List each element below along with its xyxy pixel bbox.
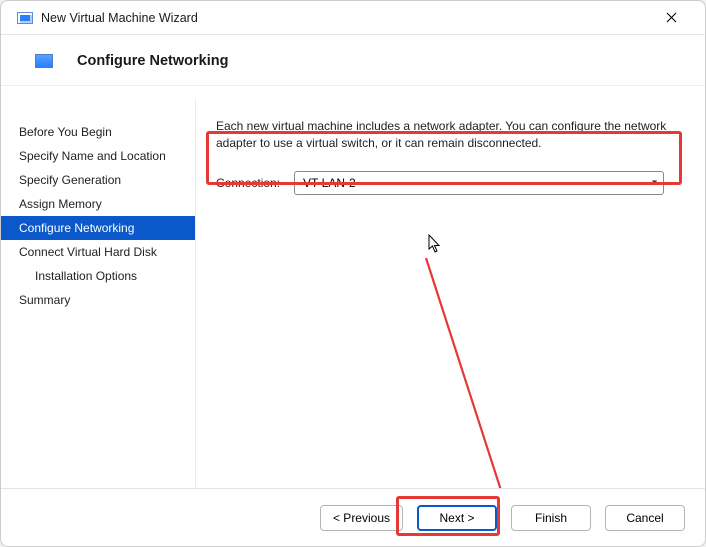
step-specify-generation[interactable]: Specify Generation (1, 168, 195, 192)
previous-button[interactable]: < Previous (320, 505, 403, 531)
description-text: Each new virtual machine includes a netw… (216, 118, 681, 153)
step-specify-name-location[interactable]: Specify Name and Location (1, 144, 195, 168)
connection-value: VT-LAN-2 (303, 176, 356, 190)
close-icon (666, 12, 677, 23)
step-connect-vhd[interactable]: Connect Virtual Hard Disk (1, 240, 195, 264)
step-summary[interactable]: Summary (1, 288, 195, 312)
cancel-button[interactable]: Cancel (605, 505, 685, 531)
step-assign-memory[interactable]: Assign Memory (1, 192, 195, 216)
chevron-down-icon: ▾ (652, 177, 657, 188)
wizard-header: Configure Networking (1, 35, 705, 86)
finish-button[interactable]: Finish (511, 505, 591, 531)
close-button[interactable] (651, 4, 691, 32)
wizard-footer: < Previous Next > Finish Cancel (1, 488, 705, 546)
mouse-cursor-icon (428, 234, 442, 254)
app-icon (17, 12, 33, 24)
window-title: New Virtual Machine Wizard (41, 11, 198, 25)
monitor-icon (35, 54, 53, 68)
step-installation-options[interactable]: Installation Options (1, 264, 195, 288)
content-pane: Each new virtual machine includes a netw… (196, 98, 705, 546)
next-button[interactable]: Next > (417, 505, 497, 531)
steps-sidebar: Before You Begin Specify Name and Locati… (1, 98, 196, 546)
wizard-window: New Virtual Machine Wizard Configure Net… (0, 0, 706, 547)
connection-select[interactable]: VT-LAN-2 ▾ (294, 171, 664, 195)
connection-label: Connection: (216, 176, 284, 190)
step-before-you-begin[interactable]: Before You Begin (1, 120, 195, 144)
page-title: Configure Networking (77, 53, 228, 69)
step-configure-networking[interactable]: Configure Networking (1, 216, 195, 240)
titlebar: New Virtual Machine Wizard (1, 1, 705, 35)
